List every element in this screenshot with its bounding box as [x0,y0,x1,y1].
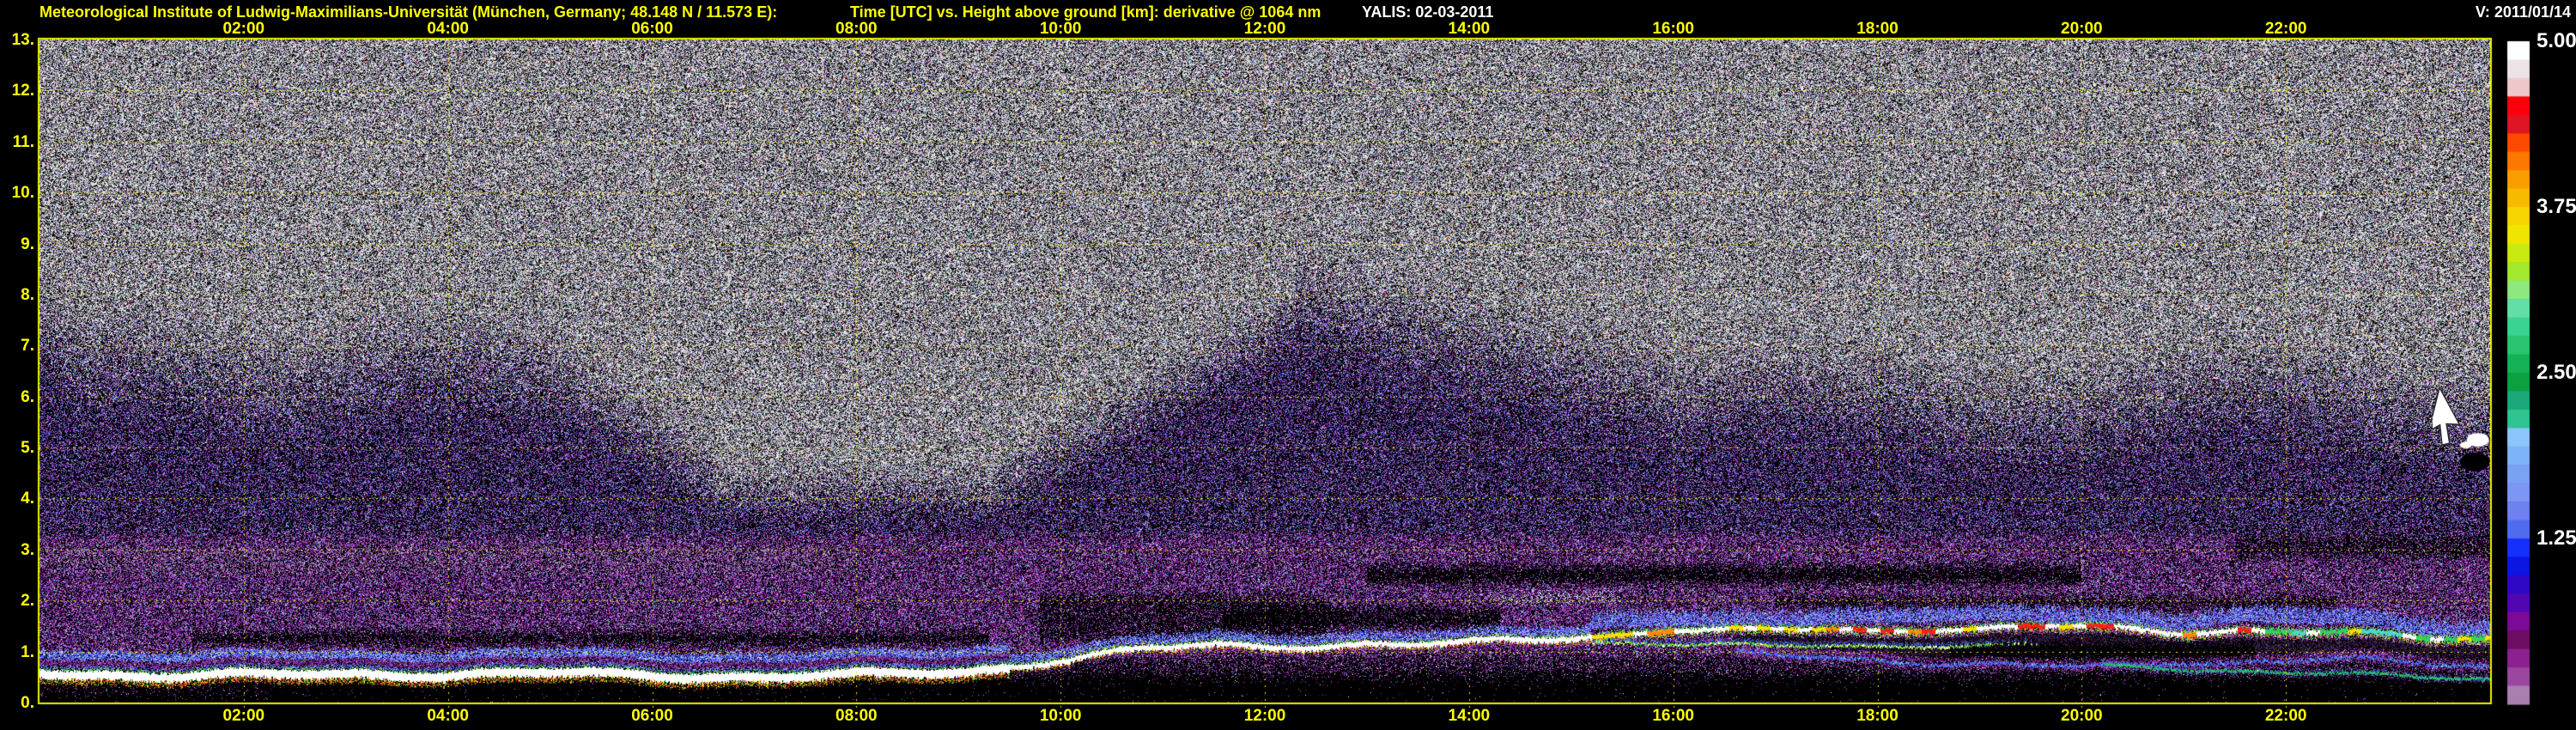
time-tick-label-bottom: 06:00 [631,707,673,725]
height-tick-label: 3. [21,540,34,559]
time-tick-label-top: 18:00 [1856,20,1899,38]
height-tick-label: 2. [21,592,34,611]
height-tick-label: 13. [11,31,34,49]
time-tick-label-bottom: 14:00 [1448,707,1491,725]
time-tick-label-bottom: 08:00 [835,707,878,725]
height-tick-label: 12. [11,82,34,100]
instrument-date-label: YALIS: 02-03-2011 [1362,3,1494,21]
lidar-quicklook-window: Meteorological Institute of Ludwig-Maxim… [0,0,2576,730]
height-tick-label: 10. [11,184,34,203]
time-tick-label-bottom: 10:00 [1039,707,1082,725]
time-tick-label-top: 04:00 [427,20,469,38]
time-tick-label-top: 08:00 [835,20,878,38]
height-tick-label: 11. [12,132,34,151]
lidar-heatmap-canvas [0,0,2576,730]
colorbar-tick-label: 3.75 [2537,195,2576,218]
time-tick-label-top: 16:00 [1652,20,1694,38]
height-tick-label: 0. [21,694,34,712]
time-tick-label-bottom: 04:00 [427,707,469,725]
time-tick-label-top: 20:00 [2061,20,2103,38]
version-label: V: 2011/01/14 [2475,3,2571,21]
height-tick-label: 8. [21,285,34,304]
height-tick-label: 7. [21,337,34,356]
height-tick-label: 9. [21,234,34,253]
time-tick-label-top: 12:00 [1243,20,1286,38]
plot-title: Time [UTC] vs. Height above ground [km]:… [850,3,1321,21]
time-tick-label-top: 22:00 [2264,20,2307,38]
time-tick-label-bottom: 16:00 [1652,707,1694,725]
colorbar-tick-label: 2.50 [2537,361,2576,384]
time-tick-label-top: 06:00 [631,20,673,38]
time-tick-label-bottom: 12:00 [1243,707,1286,725]
mouse-cursor-icon [2433,386,2461,447]
time-tick-label-bottom: 22:00 [2264,707,2307,725]
time-tick-label-bottom: 20:00 [2061,707,2103,725]
time-tick-label-top: 14:00 [1448,20,1491,38]
time-tick-label-bottom: 18:00 [1856,707,1899,725]
height-tick-label: 6. [21,387,34,406]
colorbar-tick-label: 1.25 [2537,526,2576,550]
time-tick-label-top: 02:00 [222,20,265,38]
time-tick-label-bottom: 02:00 [222,707,265,725]
time-tick-label-top: 10:00 [1039,20,1082,38]
height-tick-label: 1. [21,642,34,661]
colorbar-tick-label: 5.00 [2537,29,2576,52]
height-tick-label: 4. [21,490,34,508]
institute-title: Meteorological Institute of Ludwig-Maxim… [39,3,778,21]
height-tick-label: 5. [21,439,34,458]
